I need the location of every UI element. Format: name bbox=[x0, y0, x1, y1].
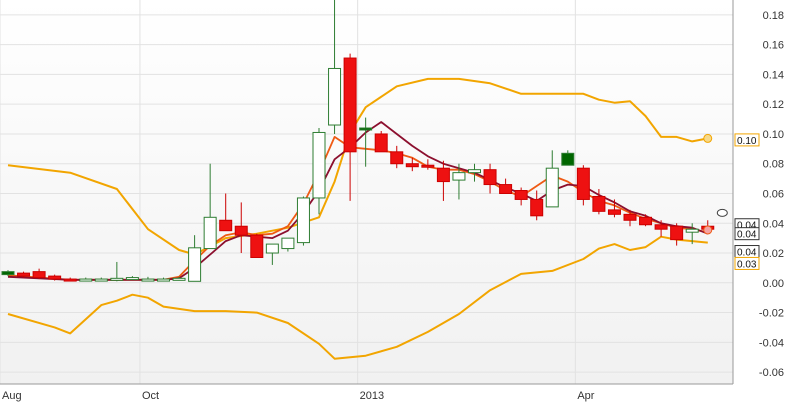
y-tick-label: 0.04 bbox=[763, 218, 784, 230]
value-label-text: 0.10 bbox=[737, 136, 757, 147]
y-tick-label: 0.18 bbox=[763, 10, 784, 22]
candle-body bbox=[607, 209, 621, 215]
x-axis-labels: Aug Oct 2013 Apr bbox=[2, 390, 595, 402]
candle-body bbox=[125, 277, 139, 281]
candle-body bbox=[250, 234, 264, 258]
candle-body bbox=[421, 164, 435, 168]
candle-body bbox=[468, 169, 481, 174]
candle-body bbox=[359, 127, 373, 131]
candle-body bbox=[545, 167, 559, 208]
candle-body bbox=[296, 197, 310, 244]
y-tick-label: 0.16 bbox=[763, 40, 784, 52]
y-tick-label: 0.02 bbox=[763, 248, 784, 260]
candle-body bbox=[188, 247, 202, 282]
candle-body bbox=[561, 152, 575, 166]
candle-body bbox=[670, 225, 684, 241]
candle-body bbox=[79, 278, 93, 282]
candle-body bbox=[530, 198, 544, 217]
y-tick-label: 0.08 bbox=[763, 159, 784, 171]
candle-body bbox=[17, 272, 31, 277]
candle-body bbox=[623, 213, 637, 221]
x-tick-label: Oct bbox=[142, 390, 159, 402]
candle-body bbox=[654, 224, 668, 230]
candle-body bbox=[110, 277, 124, 281]
candle-body bbox=[234, 225, 248, 236]
candle-body bbox=[32, 271, 46, 279]
marker-circle bbox=[703, 225, 713, 235]
candle-body bbox=[48, 275, 62, 280]
candle-body bbox=[592, 195, 606, 212]
y-tick-label: -0.06 bbox=[759, 367, 784, 379]
candle-body bbox=[685, 228, 699, 233]
plot-background bbox=[0, 0, 733, 384]
y-tick-label: 0.00 bbox=[763, 278, 784, 290]
candle-body bbox=[452, 172, 466, 181]
candle-body bbox=[639, 216, 653, 226]
candle-body bbox=[281, 237, 295, 250]
candle-body bbox=[1, 271, 15, 276]
y-tick-label: 0.10 bbox=[763, 129, 784, 141]
y-tick-label: -0.04 bbox=[759, 337, 784, 349]
candle-body bbox=[203, 216, 217, 250]
candle-body bbox=[328, 67, 342, 126]
value-labels: 0.100.040.040.040.03 bbox=[734, 133, 760, 270]
candle-body bbox=[514, 190, 528, 200]
candle-body bbox=[219, 219, 233, 232]
candle-body bbox=[374, 133, 388, 153]
candle-body bbox=[499, 184, 513, 194]
candle-body bbox=[157, 278, 170, 282]
x-tick-label: Apr bbox=[577, 390, 594, 402]
y-axis-labels: 0.18 0.16 0.14 0.12 0.10 0.08 0.06 0.04 0.02 0.00… bbox=[759, 10, 784, 379]
y-tick-label: -0.02 bbox=[759, 308, 784, 320]
candle-body bbox=[390, 151, 404, 165]
y-tick-label: 0.14 bbox=[763, 69, 784, 81]
candle-body bbox=[405, 163, 419, 168]
candle-body bbox=[312, 131, 326, 199]
candle-body bbox=[141, 278, 155, 282]
candle-body bbox=[265, 243, 279, 254]
value-label-text: 0.03 bbox=[737, 259, 757, 270]
y-tick-label: 0.06 bbox=[763, 188, 784, 200]
x-tick-label: 2013 bbox=[360, 390, 384, 402]
candle-body bbox=[343, 57, 357, 153]
y-tick-label: 0.12 bbox=[763, 99, 784, 111]
value-label-text: 0.04 bbox=[737, 248, 757, 259]
candle-body bbox=[94, 278, 108, 282]
x-tick-label: Aug bbox=[2, 390, 22, 402]
marker-circle bbox=[703, 133, 713, 143]
candle-body bbox=[172, 277, 186, 281]
price-chart: 0.18 0.16 0.14 0.12 0.10 0.08 0.06 0.04 0.02 0.00… bbox=[0, 0, 784, 402]
candle-body bbox=[576, 167, 590, 200]
value-label-text: 0.04 bbox=[737, 230, 757, 241]
candle-body bbox=[483, 169, 497, 186]
marker-ellipse bbox=[716, 208, 728, 217]
candle-body bbox=[436, 167, 450, 183]
candle-body bbox=[63, 278, 77, 282]
